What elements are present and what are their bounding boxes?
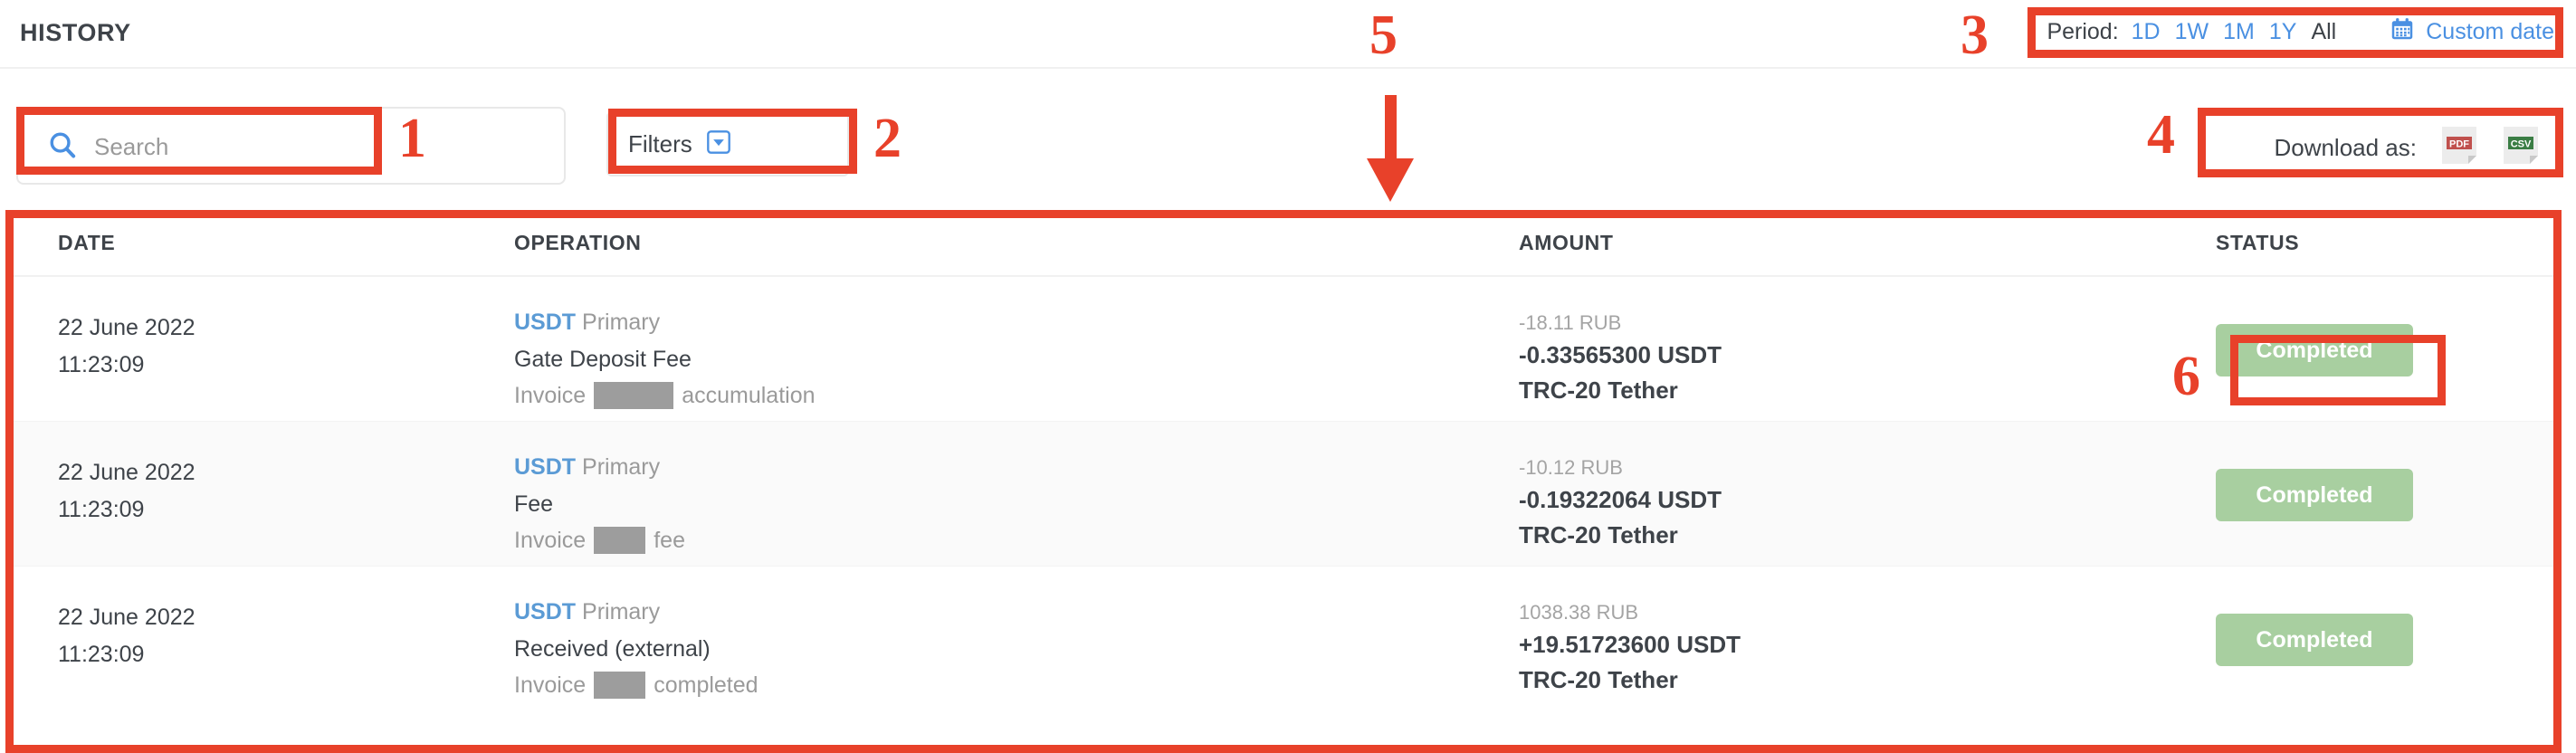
cell-status: Completed [2216, 299, 2560, 376]
row-detail-prefix: Invoice [514, 383, 587, 408]
row-date: 22 June 2022 [58, 315, 196, 340]
page-title: HISTORY [20, 19, 131, 46]
row-account: Primary [582, 310, 661, 335]
custom-date-button[interactable]: Custom date [2389, 15, 2554, 49]
search-icon [47, 129, 78, 165]
cell-amount: -18.11 RUB -0.33565300 USDT TRC-20 Tethe… [1519, 299, 2216, 408]
row-network: TRC-20 Tether [1519, 521, 1678, 548]
search-container: Search [16, 107, 566, 185]
csv-download-icon[interactable]: CSV [2502, 125, 2540, 171]
row-amount-fiat: 1038.38 RUB [1519, 601, 1639, 624]
row-detail-redacted [594, 527, 646, 555]
row-account: Primary [582, 599, 661, 624]
cell-amount: 1038.38 RUB +19.51723600 USDT TRC-20 Tet… [1519, 588, 2216, 698]
row-network: TRC-20 Tether [1519, 376, 1678, 404]
table-row[interactable]: 22 June 2022 11:23:09 USDT Primary Fee I… [7, 422, 2562, 567]
row-date: 22 June 2022 [58, 605, 196, 630]
cell-status: Completed [2216, 443, 2560, 521]
row-account-line: USDT Primary [514, 594, 1519, 631]
row-date: 22 June 2022 [58, 460, 196, 485]
row-account-line: USDT Primary [514, 304, 1519, 341]
row-detail-prefix: Invoice [514, 528, 587, 553]
row-operation: Received (external) [514, 635, 711, 662]
search-input[interactable]: Search [29, 119, 373, 174]
download-as: Download as: PDF CSV [2261, 118, 2552, 178]
cell-operation: USDT Primary Gate Deposit Fee Invoice ac… [514, 299, 1519, 415]
column-header-date: DATE [58, 230, 116, 254]
page-header: HISTORY Period: 1D 1W 1M 1Y All Custom d… [0, 0, 2576, 69]
row-currency: USDT [514, 310, 577, 335]
period-label: Period: [2046, 19, 2119, 44]
pdf-download-icon[interactable]: PDF [2440, 125, 2478, 171]
row-detail: Invoice fee [514, 522, 1519, 559]
status-badge[interactable]: Completed [2216, 324, 2413, 376]
toolbar: Search Filters Download as: PDF CSV [0, 71, 2576, 203]
period-option-1m[interactable]: 1M [2223, 19, 2255, 45]
row-account: Primary [582, 454, 661, 480]
chevron-down-icon [706, 129, 730, 158]
download-as-label: Download as: [2274, 134, 2417, 161]
column-header-status: STATUS [2216, 230, 2300, 254]
cell-date: 22 June 2022 11:23:09 [7, 443, 514, 528]
cell-status: Completed [2216, 588, 2560, 666]
calendar-icon [2389, 15, 2416, 49]
row-detail-suffix: accumulation [682, 383, 816, 408]
row-detail-redacted [594, 382, 674, 410]
row-detail-prefix: Invoice [514, 672, 587, 698]
period-option-1y[interactable]: 1Y [2269, 19, 2297, 45]
svg-text:CSV: CSV [2511, 138, 2532, 149]
filters-button[interactable]: Filters [606, 111, 849, 176]
row-amount-crypto: -0.19322064 USDT [1519, 486, 1722, 513]
row-time: 11:23:09 [58, 496, 145, 522]
row-amount-crypto: +19.51723600 USDT [1519, 631, 1741, 658]
row-network: TRC-20 Tether [1519, 666, 1678, 693]
row-operation: Gate Deposit Fee [514, 346, 692, 372]
period-option-1w[interactable]: 1W [2175, 19, 2209, 45]
cell-operation: USDT Primary Fee Invoice fee [514, 443, 1519, 559]
search-placeholder: Search [94, 132, 169, 160]
row-detail-redacted [594, 672, 646, 700]
row-detail: Invoice accumulation [514, 377, 1519, 415]
period-selector[interactable]: Period: 1D 1W 1M 1Y All Custom date [2037, 12, 2563, 52]
history-table: DATE OPERATION AMOUNT STATUS 22 June 202… [7, 210, 2562, 711]
cell-amount: -10.12 RUB -0.19322064 USDT TRC-20 Tethe… [1519, 443, 2216, 553]
table-row[interactable]: 22 June 2022 11:23:09 USDT Primary Gate … [7, 277, 2562, 422]
row-currency: USDT [514, 599, 577, 624]
row-detail-suffix: completed [654, 672, 758, 698]
svg-text:PDF: PDF [2449, 138, 2469, 149]
period-option-1d[interactable]: 1D [2132, 19, 2161, 45]
row-detail: Invoice completed [514, 667, 1519, 704]
table-header-row: DATE OPERATION AMOUNT STATUS [7, 210, 2562, 277]
cell-date: 22 June 2022 11:23:09 [7, 588, 514, 672]
row-account-line: USDT Primary [514, 449, 1519, 486]
period-option-all[interactable]: All [2311, 19, 2336, 45]
row-amount-fiat: -10.12 RUB [1519, 456, 1623, 479]
cell-date: 22 June 2022 11:23:09 [7, 299, 514, 383]
row-time: 11:23:09 [58, 351, 145, 377]
filters-label: Filters [628, 129, 692, 157]
status-badge[interactable]: Completed [2216, 614, 2413, 666]
row-amount-fiat: -18.11 RUB [1519, 311, 1622, 334]
row-detail-suffix: fee [654, 528, 685, 553]
row-time: 11:23:09 [58, 641, 145, 667]
custom-date-label: Custom date [2426, 19, 2554, 44]
row-operation: Fee [514, 491, 554, 517]
row-currency: USDT [514, 454, 577, 480]
status-badge[interactable]: Completed [2216, 469, 2413, 521]
table-row[interactable]: 22 June 2022 11:23:09 USDT Primary Recei… [7, 567, 2562, 711]
row-amount-crypto: -0.33565300 USDT [1519, 341, 1722, 368]
history-page: HISTORY Period: 1D 1W 1M 1Y All Custom d… [0, 0, 2576, 753]
column-header-operation: OPERATION [514, 230, 642, 254]
cell-operation: USDT Primary Received (external) Invoice… [514, 588, 1519, 704]
column-header-amount: AMOUNT [1519, 230, 1614, 254]
